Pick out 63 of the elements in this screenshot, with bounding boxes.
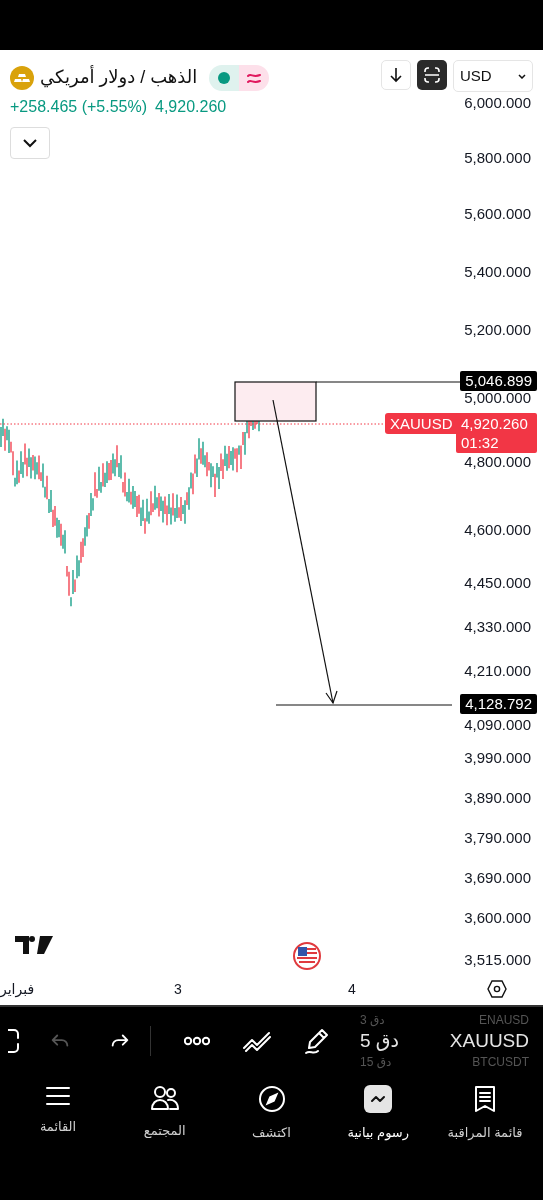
expand-button[interactable] xyxy=(10,127,50,159)
time-axis-label: فبراير xyxy=(0,980,35,1000)
frame-icon xyxy=(423,66,441,84)
nav-tab[interactable]: اكتشف xyxy=(221,1085,322,1145)
chevron-down-icon xyxy=(23,138,37,148)
caret-icon xyxy=(518,73,526,79)
people-icon xyxy=(149,1085,180,1111)
bars-coin-icon xyxy=(10,65,34,90)
price-axis-label: 4,210.000 xyxy=(464,662,531,680)
level-line[interactable] xyxy=(315,381,463,383)
menu-icon xyxy=(45,1085,71,1107)
price-axis-label: 3,515.000 xyxy=(464,951,531,969)
last-price-value: 4,920.260 xyxy=(461,414,529,433)
download-button[interactable] xyxy=(381,60,411,90)
price-axis-label: 4,450.000 xyxy=(464,574,531,592)
tradingview-logo-icon xyxy=(15,936,53,954)
price-axis-label: 5,200.000 xyxy=(464,321,531,339)
nav-tab[interactable]: قائمة المراقبة xyxy=(435,1085,535,1145)
price-axis-label: 5,600.000 xyxy=(464,205,531,223)
symbol-label: XAUUSD xyxy=(449,1029,529,1053)
status-dot-icon xyxy=(218,71,231,84)
symbol-title: الذهب / دولار أمريكي xyxy=(40,64,198,90)
arrow[interactable] xyxy=(272,399,338,705)
price-axis-label: 3,600.000 xyxy=(464,909,531,927)
price-axis-label: 5,800.000 xyxy=(464,149,531,167)
chart-icon xyxy=(364,1085,393,1113)
approx-icon xyxy=(246,71,263,84)
arrow-down-icon xyxy=(390,67,402,83)
price-axis-label: 3,890.000 xyxy=(464,789,531,807)
symbol-label: BTCUSDT xyxy=(472,1055,529,1069)
price-axis-label: 4,330.000 xyxy=(464,618,531,636)
price-axis-label: 4,600.000 xyxy=(464,521,531,539)
price-marker-label: 5,046.899 xyxy=(460,371,537,391)
price-axis-label: 3,990.000 xyxy=(464,749,531,767)
zone-rectangle[interactable] xyxy=(234,381,317,422)
bar-countdown: 01:32 xyxy=(461,433,500,452)
symbol-label: ENAUSD xyxy=(479,1013,529,1027)
nav-tab[interactable]: المجتمع xyxy=(114,1085,215,1145)
time-axis-label: 4 xyxy=(348,980,356,999)
fullscreen-button[interactable] xyxy=(417,60,447,90)
price-change: +258.465 (+5.55%) xyxy=(10,97,147,117)
currency-select[interactable]: USD xyxy=(453,60,533,92)
us-flag-icon xyxy=(293,942,321,970)
price-axis-label: 3,790.000 xyxy=(464,829,531,847)
price-axis-label: 3,690.000 xyxy=(464,869,531,887)
nav-tab[interactable]: القائمة xyxy=(8,1085,108,1145)
price-axis-label: 4,090.000 xyxy=(464,716,531,734)
settings-icon[interactable] xyxy=(487,980,507,998)
market-status-pill[interactable] xyxy=(209,64,270,91)
bookmark-list-icon xyxy=(474,1085,496,1113)
symbol-price-tag: XAUUSD xyxy=(385,413,458,434)
price-axis-label: 5,000.000 xyxy=(464,389,531,407)
interval-label: 5 دق xyxy=(360,1029,400,1053)
interval-label: 3 دق xyxy=(360,1013,385,1027)
price-axis-label: 6,000.000 xyxy=(464,94,531,112)
compass-icon xyxy=(257,1085,286,1113)
time-axis-label: 3 xyxy=(174,980,182,999)
price-marker-label: 4,128.792 xyxy=(460,694,537,714)
interval-label: 15 دق xyxy=(360,1055,392,1069)
nav-tab[interactable]: رسوم بيانية xyxy=(328,1085,429,1145)
current-price: 4,920.260 xyxy=(155,97,227,117)
price-axis-label: 4,800.000 xyxy=(464,453,531,471)
price-axis-label: 5,400.000 xyxy=(464,263,531,281)
